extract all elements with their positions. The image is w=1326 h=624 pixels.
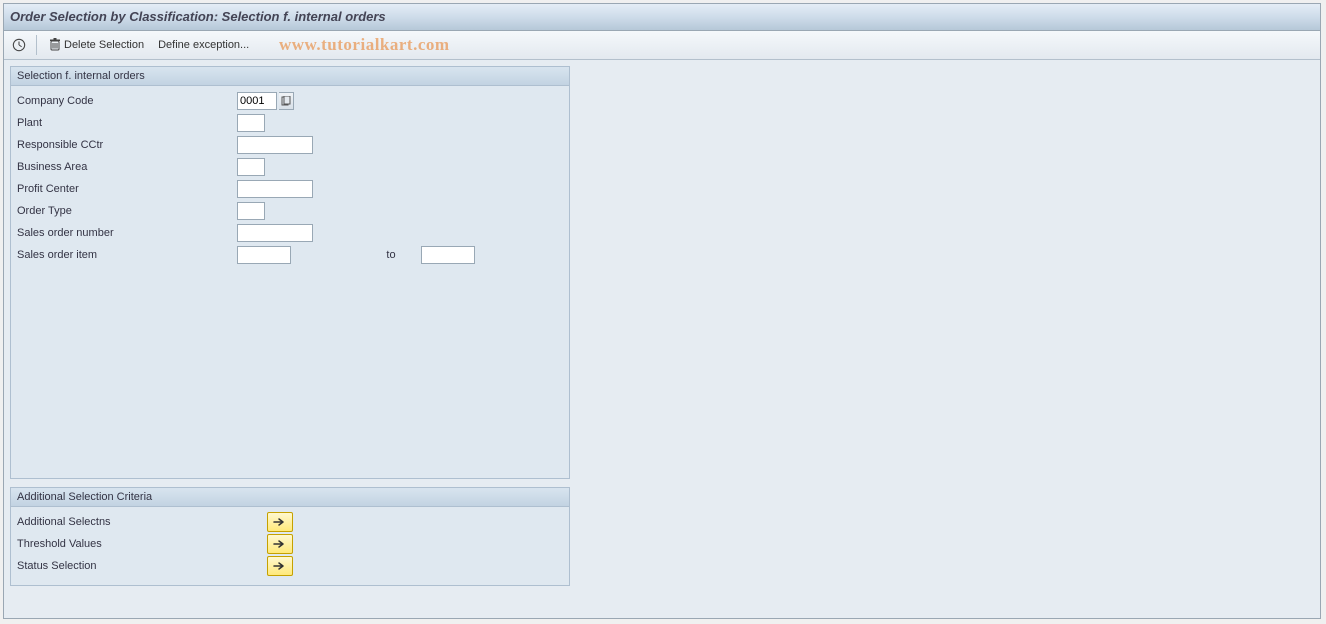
input-sales-order-number[interactable] <box>237 224 313 242</box>
row-sales-order-item: Sales order item to <box>17 244 563 266</box>
input-sales-order-item-to[interactable] <box>421 246 475 264</box>
watermark-text: www.tutorialkart.com <box>279 35 450 55</box>
nav-additional-selectns[interactable] <box>267 512 293 532</box>
row-plant: Plant <box>17 112 563 134</box>
define-exception-label: Define exception... <box>158 39 249 51</box>
label-business-area: Business Area <box>17 161 237 173</box>
arrow-right-icon <box>273 539 287 549</box>
label-sales-order-item: Sales order item <box>17 249 237 261</box>
label-threshold-values: Threshold Values <box>17 538 267 550</box>
group-additional-body: Additional Selectns Threshold Values <box>11 507 569 585</box>
separator <box>36 35 37 55</box>
label-additional-selectns: Additional Selectns <box>17 516 267 528</box>
arrow-right-icon <box>273 561 287 571</box>
row-order-type: Order Type <box>17 200 563 222</box>
define-exception-button[interactable]: Define exception... <box>154 37 253 53</box>
f4-help-company-code[interactable] <box>279 92 294 110</box>
group-additional-selection: Additional Selection Criteria Additional… <box>10 487 570 586</box>
group-selection-body: Company Code Plant <box>11 86 569 478</box>
app-window: Order Selection by Classification: Selec… <box>3 3 1321 619</box>
row-additional-selectns: Additional Selectns <box>17 511 563 533</box>
row-status-selection: Status Selection <box>17 555 563 577</box>
group-additional-header: Additional Selection Criteria <box>11 488 569 507</box>
input-order-type[interactable] <box>237 202 265 220</box>
toolbar: Delete Selection Define exception... www… <box>4 31 1320 60</box>
label-plant: Plant <box>17 117 237 129</box>
delete-selection-button[interactable]: Delete Selection <box>45 36 148 54</box>
input-profit-center[interactable] <box>237 180 313 198</box>
row-profit-center: Profit Center <box>17 178 563 200</box>
row-business-area: Business Area <box>17 156 563 178</box>
trash-icon <box>49 38 61 52</box>
titlebar: Order Selection by Classification: Selec… <box>4 4 1320 31</box>
label-company-code: Company Code <box>17 95 237 107</box>
body-area: Selection f. internal orders Company Cod… <box>4 60 1320 600</box>
input-responsible-cctr[interactable] <box>237 136 313 154</box>
label-sales-order-number: Sales order number <box>17 227 237 239</box>
arrow-right-icon <box>273 517 287 527</box>
row-sales-order-number: Sales order number <box>17 222 563 244</box>
group-selection-header: Selection f. internal orders <box>11 67 569 86</box>
label-profit-center: Profit Center <box>17 183 237 195</box>
nav-status-selection[interactable] <box>267 556 293 576</box>
label-responsible-cctr: Responsible CCtr <box>17 139 237 151</box>
execute-icon[interactable] <box>10 36 28 54</box>
delete-selection-label: Delete Selection <box>64 39 144 51</box>
row-threshold-values: Threshold Values <box>17 533 563 555</box>
label-to: to <box>361 249 421 261</box>
input-plant[interactable] <box>237 114 265 132</box>
row-responsible-cctr: Responsible CCtr <box>17 134 563 156</box>
group-selection-internal-orders: Selection f. internal orders Company Cod… <box>10 66 570 479</box>
label-order-type: Order Type <box>17 205 237 217</box>
nav-threshold-values[interactable] <box>267 534 293 554</box>
row-company-code: Company Code <box>17 90 563 112</box>
input-sales-order-item-from[interactable] <box>237 246 291 264</box>
search-help-icon <box>281 96 291 106</box>
page-title: Order Selection by Classification: Selec… <box>10 9 386 24</box>
input-company-code[interactable] <box>237 92 277 110</box>
input-business-area[interactable] <box>237 158 265 176</box>
label-status-selection: Status Selection <box>17 560 267 572</box>
